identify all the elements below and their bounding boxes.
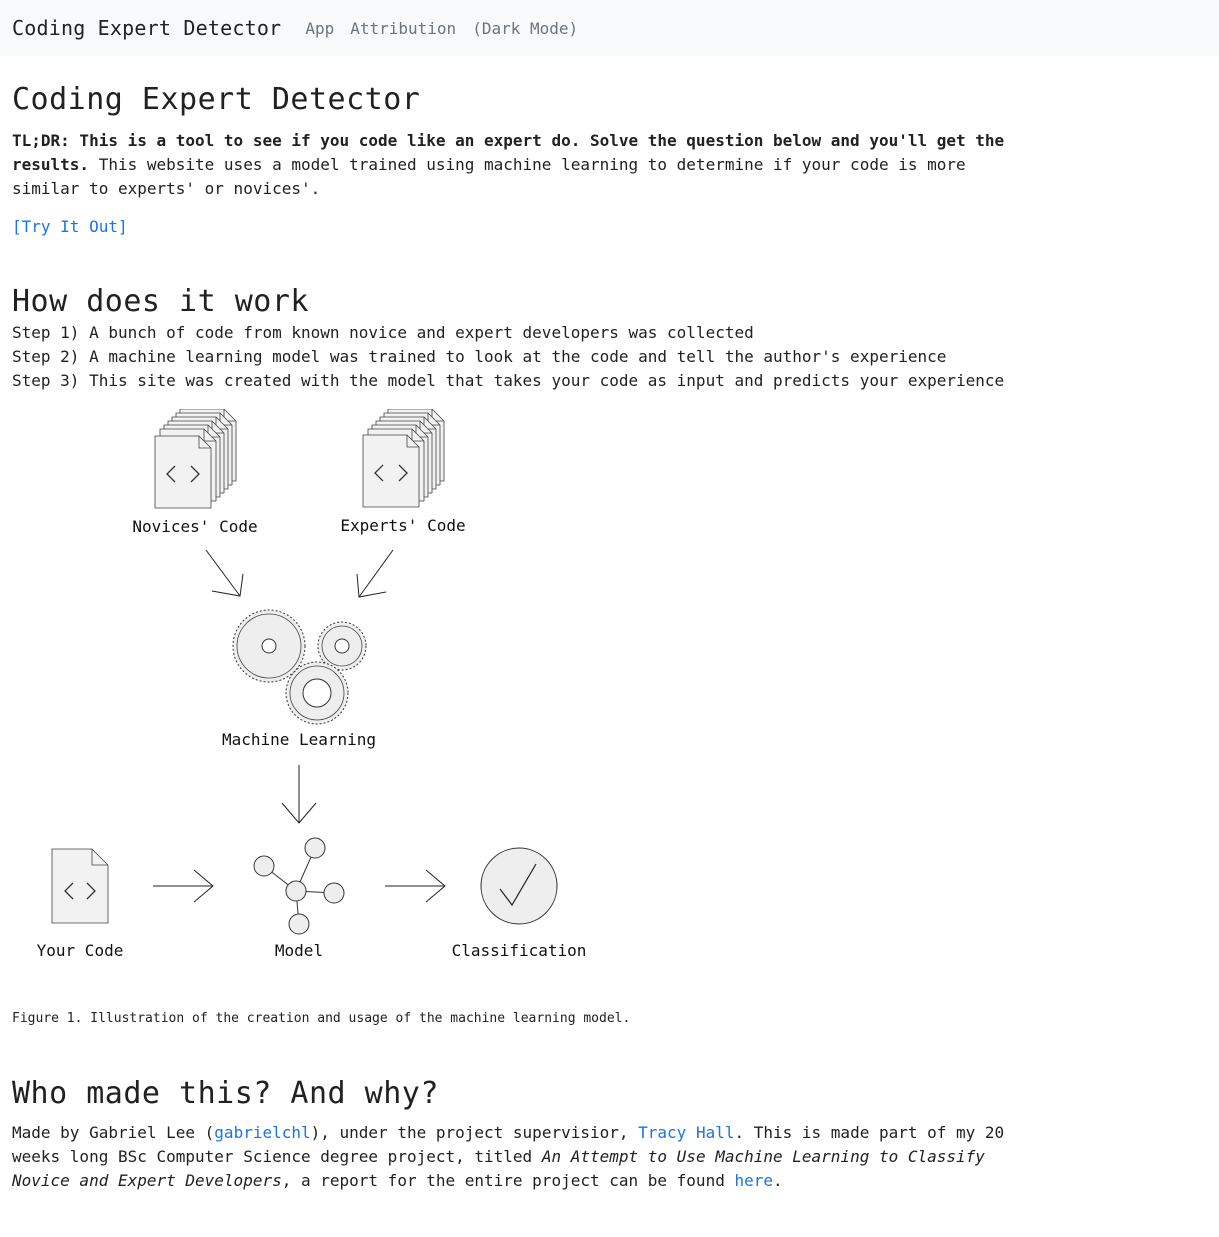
who-heading: Who made this? And why? <box>12 1076 439 1111</box>
machine-learning-label: Machine Learning <box>222 730 376 749</box>
who-text-5: . <box>773 1171 783 1190</box>
gears-icon <box>232 609 367 725</box>
model-graph-icon <box>253 837 345 935</box>
who-text-2: ), under the project supervisior, <box>310 1123 639 1142</box>
experts-code-stack-icon <box>362 409 445 508</box>
checkmark-icon <box>480 847 558 925</box>
figure-illustration: Novices' Code Experts' Code Machine Lear… <box>0 409 640 1009</box>
who-paragraph: Made by Gabriel Lee (gabrielchl), under … <box>12 1121 1012 1193</box>
step-2: Step 2) A machine learning model was tra… <box>12 347 947 366</box>
step-1: Step 1) A bunch of code from known novic… <box>12 323 754 342</box>
nav-link-app[interactable]: App <box>305 19 334 38</box>
classification-label: Classification <box>452 941 587 960</box>
arrow-code-to-model-icon <box>153 869 214 903</box>
try-it-out-link[interactable]: [Try It Out] <box>12 217 128 236</box>
intro-paragraph: TL;DR: This is a tool to see if you code… <box>12 129 1012 201</box>
tracy-hall-link[interactable]: Tracy Hall <box>638 1123 734 1142</box>
arrow-ml-to-model-icon <box>281 765 317 824</box>
report-here-link[interactable]: here <box>734 1171 773 1190</box>
who-text-4: , a report for the entire project can be… <box>281 1171 735 1190</box>
main-content: Coding Expert Detector TL;DR: This is a … <box>0 82 1219 1193</box>
novices-code-stack-icon <box>154 409 237 509</box>
arrow-model-to-classification-icon <box>385 869 446 903</box>
figure-caption: Figure 1. Illustration of the creation a… <box>12 1011 631 1026</box>
novices-code-label: Novices' Code <box>132 517 257 536</box>
navbar-brand[interactable]: Coding Expert Detector <box>12 16 281 40</box>
arrow-experts-to-ml-icon <box>356 549 394 598</box>
arrow-novices-to-ml-icon <box>205 549 244 597</box>
who-text-1: Made by Gabriel Lee ( <box>12 1123 215 1142</box>
step-3: Step 3) This site was created with the m… <box>12 371 1005 390</box>
navbar: Coding Expert Detector App Attribution (… <box>0 0 1219 56</box>
how-heading: How does it work <box>12 284 309 319</box>
tldr-rest: This website uses a model trained using … <box>12 155 966 198</box>
experts-code-label: Experts' Code <box>340 516 465 535</box>
gabrielchl-link[interactable]: gabrielchl <box>214 1123 310 1142</box>
your-code-icon <box>51 848 109 924</box>
ml-diagram: Novices' Code Experts' Code Machine Lear… <box>37 409 587 960</box>
nav-link-dark-mode[interactable]: (Dark Mode) <box>472 19 578 38</box>
page-title: Coding Expert Detector <box>12 82 421 117</box>
model-label: Model <box>275 941 323 960</box>
nav-link-attribution[interactable]: Attribution <box>350 19 456 38</box>
your-code-label: Your Code <box>37 941 124 960</box>
